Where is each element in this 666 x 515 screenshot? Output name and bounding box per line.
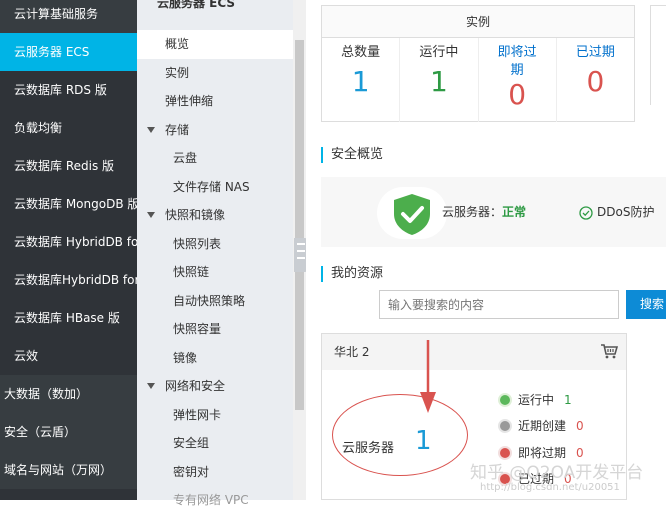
cart-icon[interactable] [600,343,618,359]
check-circle-icon [579,205,593,220]
total-count-label: 总数量 [341,45,381,60]
sub-nav-autoscaling[interactable]: 弹性伸缩 [137,87,293,116]
sub-nav-header: 云服务器 ECS [157,0,236,10]
region-header: 华北 2 [322,334,626,370]
running-count-value: 1 [429,65,448,98]
stat-value: 1 [564,393,572,407]
nav-item-hybriddb-1[interactable]: 云数据库 HybridDB fo... [0,223,137,261]
expired-count-label[interactable]: 已过期 [557,44,634,62]
nav-item-redis[interactable]: 云数据库 Redis 版 [0,147,137,185]
sub-nav-group-network[interactable]: 网络和安全 [137,372,293,401]
expiring-count-cell[interactable]: 即将过期 0 [479,38,557,122]
green-dot-icon [500,394,510,405]
nav-item-cloud-basic[interactable]: 云计算基础服务 [0,0,137,33]
sub-nav-group-label: 网络和安全 [165,379,226,393]
sub-nav-overview[interactable]: 概览 [137,30,293,59]
ecs-count[interactable]: 1 [415,426,432,456]
sub-nav-security-groups[interactable]: 安全组 [137,429,293,458]
sub-nav-images[interactable]: 镜像 [137,344,293,373]
sub-nav-group-label: 存储 [165,122,190,137]
watermark: 知乎 @Q2OA开发平台 [470,463,644,483]
nav-item-slb[interactable]: 负载均衡 [0,109,137,147]
resource-search-input[interactable] [380,291,618,318]
server-security-label: 云服务器： [442,205,503,219]
sub-nav-group-snapshots[interactable]: 快照和镜像 [137,201,293,230]
sub-nav-snapshot-capacity[interactable]: 快照容量 [137,315,293,344]
server-status-value: 正常 [502,205,527,219]
expiring-count-label[interactable]: 即将过期 [495,44,539,80]
gray-dot-icon [500,420,510,431]
nav-item-hybriddb-2[interactable]: 云数据库HybridDB for... [0,261,137,299]
caret-down-icon [147,383,155,389]
nav-item-mongodb[interactable]: 云数据库 MongoDB 版 [0,185,137,223]
server-security-status: 云服务器：正常 [442,203,526,220]
instance-summary-card: 实例 总数量 1 运行中 1 即将过期 0 已过期 0 [321,5,635,122]
adjacent-card-edge [650,5,666,105]
shield-check-icon [377,187,447,239]
nav-item-ecs[interactable]: 云服务器 ECS [0,33,137,71]
red-dot-icon [500,447,510,458]
sub-nav-vpc[interactable]: 专有网络 VPC [137,486,293,515]
instance-card-title: 实例 [322,6,634,38]
nav-item-yunxiao[interactable]: 云效 [0,337,137,375]
security-overview-title: 安全概览 [321,147,383,163]
stat-value: 0 [576,419,584,433]
total-count-value: 1 [351,65,370,98]
sub-nav-keypairs[interactable]: 密钥对 [137,458,293,487]
watermark-url: http://blog.csdn.net/u20051 [480,482,620,493]
sub-nav-group-label: 快照和镜像 [165,208,226,222]
sub-nav-eni[interactable]: 弹性网卡 [137,401,293,430]
expiring-count-value: 0 [508,78,527,111]
ddos-label: DDoS防护 [597,205,655,219]
nav-item-hbase[interactable]: 云数据库 HBase 版 [0,299,137,337]
sub-nav-snapshot-chain[interactable]: 快照链 [137,258,293,287]
nav-item-domain[interactable]: 域名与网站（万网） [0,451,137,489]
caret-down-icon [147,212,155,218]
main-content: 实例 总数量 1 运行中 1 即将过期 0 已过期 0 安全概览 云服务器：正常… [306,0,666,500]
stat-running[interactable]: 运行中 1 [500,390,572,410]
sub-nav-disks[interactable]: 云盘 [137,144,293,173]
region-name: 华北 2 [334,345,370,359]
caret-down-icon [147,126,155,133]
nav-item-bigdata[interactable]: 大数据（数加） [0,375,137,413]
sub-nav-instances[interactable]: 实例 [137,59,293,88]
annotation-ellipse [332,394,468,476]
sub-nav-snapshot-list[interactable]: 快照列表 [137,230,293,259]
sub-nav-auto-snapshot[interactable]: 自动快照策略 [137,287,293,316]
annotation-arrow-icon [420,340,436,413]
resource-search-box [379,290,619,319]
stat-label: 近期创建 [518,419,567,433]
product-sub-nav: 云服务器 ECS 概览 实例 弹性伸缩 存储 云盘 文件存储 NAS 快照和镜像… [137,0,293,507]
nav-item-rds[interactable]: 云数据库 RDS 版 [0,71,137,109]
nav-item-security[interactable]: 安全（云盾） [0,413,137,451]
running-count-label: 运行中 [419,45,459,60]
sub-nav-group-storage[interactable]: 存储 [137,116,293,145]
stat-recent[interactable]: 近期创建 0 [500,416,584,436]
expired-count-value: 0 [586,65,605,98]
stat-label: 运行中 [518,393,555,407]
search-button[interactable]: 搜索 [626,290,666,319]
scrollbar-thumb[interactable] [295,40,304,410]
sub-nav-nas[interactable]: 文件存储 NAS [137,173,293,202]
running-count-cell[interactable]: 运行中 1 [400,38,479,122]
left-global-nav: 云计算基础服务 云服务器 ECS 云数据库 RDS 版 负载均衡 云数据库 Re… [0,0,137,500]
total-count-cell[interactable]: 总数量 1 [322,38,401,122]
ddos-protection[interactable]: DDoS防护 [579,203,654,220]
security-overview-panel: 云服务器：正常 DDoS防护 [321,177,666,247]
expired-count-cell[interactable]: 已过期 0 [557,38,634,122]
my-resources-title: 我的资源 [321,266,383,282]
ecs-label: 云服务器 [342,441,395,456]
